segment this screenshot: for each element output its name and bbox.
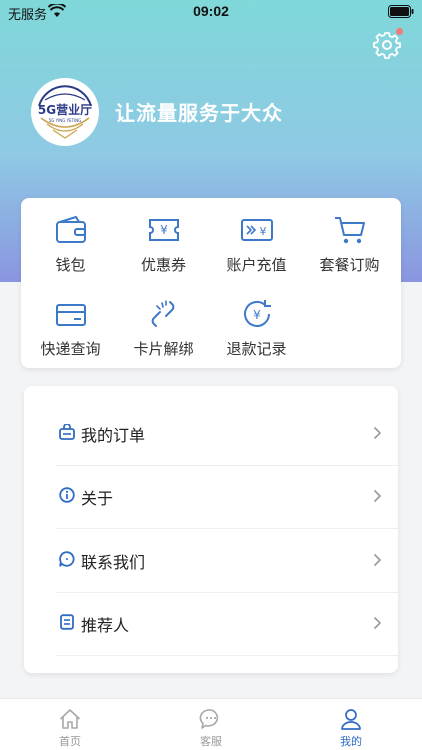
service-card-unbind[interactable]: 卡片解绑 [116, 288, 211, 360]
chat-bubble-icon [59, 551, 75, 567]
menu-item-label: 我的订单 [81, 428, 146, 445]
menu-item-my-orders[interactable]: 我的订单 [56, 402, 398, 466]
customer-service-icon [199, 709, 219, 729]
menu-item-label: 联系我们 [81, 555, 146, 572]
chevron-right-icon [373, 489, 382, 503]
menu-item-referrer[interactable]: 推荐人 [56, 592, 398, 656]
service-refund-records[interactable]: ¥ 退款记录 [209, 288, 304, 360]
slogan: 让流量服务于大众 [115, 103, 283, 125]
status-bar: 无服务 09:02 [0, 0, 422, 24]
chevron-right-icon [373, 426, 382, 440]
service-label: 套餐订购 [319, 257, 380, 274]
tab-label: 首页 [59, 736, 81, 748]
menu-item-contact-us[interactable]: 联系我们 [56, 529, 398, 593]
tab-customer-service[interactable]: 客服 [171, 699, 251, 750]
cart-icon [334, 217, 365, 244]
app-logo: 5G营业厅 5G YING YETING [31, 78, 99, 146]
battery-icon [388, 5, 414, 18]
menu-item-label: 推荐人 [81, 618, 130, 635]
recharge-icon: ¥ [240, 219, 273, 241]
service-coupon[interactable]: ¥ 优惠券 [116, 204, 211, 276]
tab-label: 客服 [200, 736, 222, 748]
svg-text:¥: ¥ [259, 225, 266, 238]
service-label: 账户充值 [226, 257, 287, 274]
chevron-right-icon [373, 553, 382, 567]
service-recharge[interactable]: ¥ 账户充值 [209, 204, 304, 276]
service-label: 卡片解绑 [133, 341, 194, 358]
service-label: 退款记录 [226, 341, 287, 358]
service-parcel-query[interactable]: 快递查询 [23, 288, 118, 360]
service-label: 快递查询 [40, 341, 101, 358]
service-label: 钱包 [55, 257, 86, 274]
notification-dot [396, 28, 403, 35]
menu-item-about[interactable]: 关于 [56, 465, 398, 529]
home-icon [59, 709, 81, 729]
parcel-icon [55, 304, 86, 326]
logo-subtext: 5G YING YETING [49, 118, 82, 123]
tab-mine[interactable]: 我的 [311, 699, 391, 750]
wallet-icon [55, 215, 86, 243]
tab-bar: 首页 客服 我的 [0, 698, 422, 750]
unlink-icon [151, 300, 174, 327]
svg-text:¥: ¥ [160, 223, 168, 237]
refund-icon: ¥ [243, 300, 271, 327]
referrer-icon [60, 614, 74, 630]
menu-item-label: 关于 [81, 491, 114, 508]
service-package-order[interactable]: 套餐订购 [302, 204, 397, 276]
svg-text:¥: ¥ [253, 308, 261, 322]
coupon-icon: ¥ [148, 219, 179, 241]
divider [56, 655, 398, 656]
services-grid: 钱包 ¥ 优惠券 ¥ 账户充值 套餐订购 快递查询 卡片解绑 ¥ 退款记录 [21, 198, 401, 368]
info-icon [59, 487, 75, 503]
logo-text: 5G营业厅 [38, 102, 92, 117]
service-label: 优惠券 [140, 257, 186, 274]
chevron-right-icon [373, 616, 382, 630]
order-icon [59, 424, 75, 440]
clock: 09:02 [193, 3, 229, 19]
service-wallet[interactable]: 钱包 [23, 204, 118, 276]
menu-list: 我的订单 关于 联系我们 推荐人 [24, 386, 398, 673]
user-icon [341, 709, 361, 730]
tab-label: 我的 [340, 736, 362, 748]
tab-home[interactable]: 首页 [30, 699, 110, 750]
